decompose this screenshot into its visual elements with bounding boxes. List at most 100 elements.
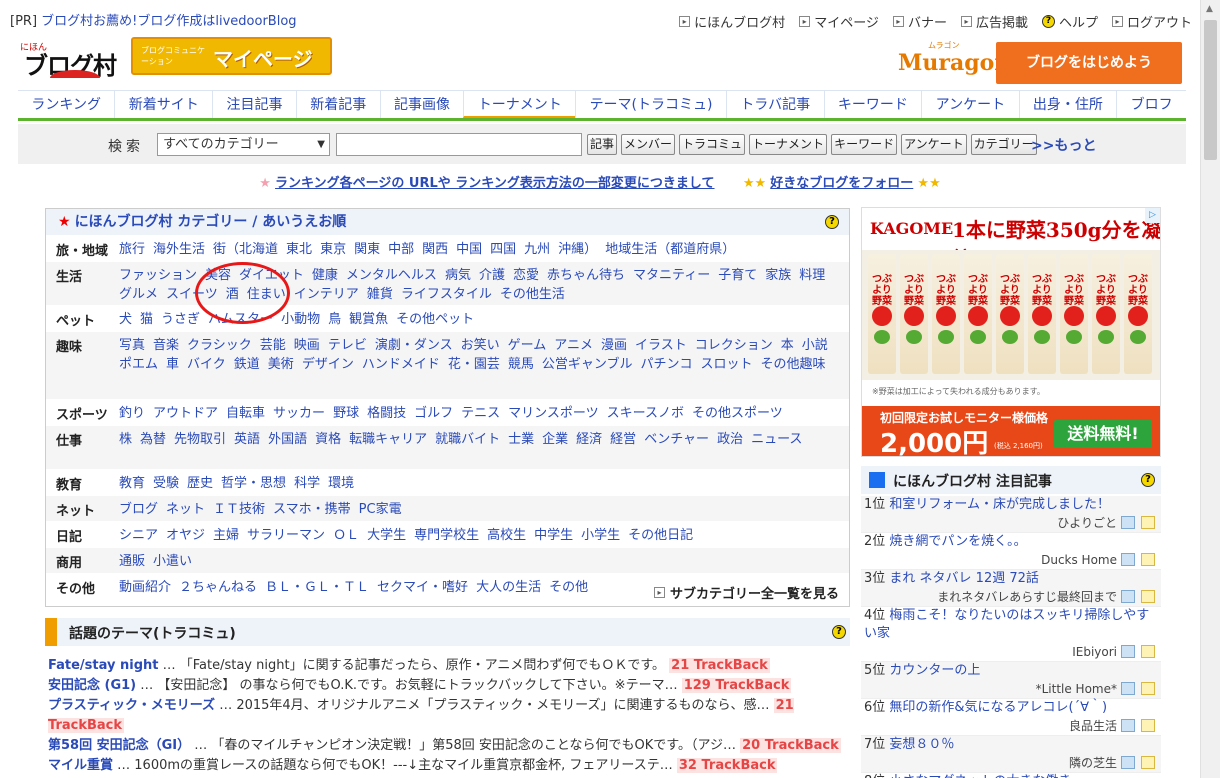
category-link[interactable]: 子育て	[718, 268, 757, 283]
muragon-logo[interactable]: ムラゴン Muragon	[896, 40, 1010, 80]
category-link[interactable]: 酒	[226, 287, 239, 302]
category-link[interactable]: 恋愛	[513, 268, 539, 283]
category-link[interactable]: 東北	[286, 242, 312, 257]
category-link[interactable]: 小学生	[581, 528, 620, 543]
category-link[interactable]: ゴルフ	[414, 406, 453, 421]
category-link[interactable]: 東京	[320, 242, 346, 257]
category-link[interactable]: その他	[549, 580, 588, 595]
category-link[interactable]: 漫画	[601, 338, 627, 353]
trackback-count-link[interactable]: 20 TrackBack	[740, 738, 841, 753]
category-link[interactable]: 健康	[312, 268, 338, 283]
category-link[interactable]: 芸能	[260, 338, 286, 353]
category-link[interactable]: 英語	[234, 432, 260, 447]
category-link[interactable]: 家族	[765, 268, 791, 283]
search-tournament-button[interactable]: トーナメント	[749, 134, 828, 155]
category-link[interactable]: スキースノボ	[607, 406, 684, 421]
article-icon[interactable]	[1141, 516, 1155, 529]
nav-keyword[interactable]: キーワード	[823, 91, 922, 118]
category-link[interactable]: 格闘技	[367, 406, 406, 421]
category-link[interactable]: 旅行	[119, 242, 145, 257]
featured-blog-name[interactable]: Ducks Home	[861, 551, 1161, 569]
category-link[interactable]: セクマイ・嗜好	[377, 580, 468, 595]
featured-blog-name[interactable]: ひよりごと	[861, 514, 1161, 532]
category-link[interactable]: 住まい	[247, 287, 286, 302]
category-link[interactable]: 車	[166, 357, 179, 372]
category-link[interactable]: 大人の生活	[476, 580, 541, 595]
category-link[interactable]: シニア	[119, 528, 158, 543]
article-icon[interactable]	[1141, 553, 1155, 566]
category-link[interactable]: 小遣い	[153, 554, 192, 569]
nav-survey[interactable]: アンケート	[921, 91, 1018, 118]
category-link[interactable]: マリンスポーツ	[508, 406, 598, 421]
featured-title-link[interactable]: カウンターの上	[889, 663, 980, 678]
blog-icon[interactable]	[1121, 645, 1135, 658]
category-link[interactable]: その他ペット	[396, 312, 474, 327]
category-link[interactable]: 動画紹介	[119, 580, 171, 595]
category-link[interactable]: 鉄道	[234, 357, 260, 372]
category-link[interactable]: マタニティー	[633, 268, 710, 283]
blog-icon[interactable]	[1121, 590, 1135, 603]
category-link[interactable]: スロット	[701, 357, 753, 372]
category-link[interactable]: パチンコ	[641, 357, 693, 372]
category-link[interactable]: グルメ	[119, 287, 158, 302]
nav-trackback[interactable]: トラバ記事	[725, 91, 824, 118]
category-link[interactable]: 美容	[205, 268, 231, 283]
category-link[interactable]: ゲーム	[508, 338, 547, 353]
category-link[interactable]: スイーツ	[166, 287, 218, 302]
category-link[interactable]: デザイン	[302, 357, 354, 372]
category-link[interactable]: 中国	[456, 242, 482, 257]
category-link[interactable]: 音楽	[153, 338, 179, 353]
category-link[interactable]: ネット	[166, 502, 205, 517]
notice-link[interactable]: ランキング各ページの URLや ランキング表示方法の一部変更につきまして	[275, 176, 714, 191]
category-link[interactable]: スマホ・携帯	[273, 502, 351, 517]
category-link[interactable]: 哲学・思想	[221, 476, 286, 491]
theme-title-link[interactable]: 安田記念 (G1)	[48, 678, 136, 693]
featured-title-link[interactable]: 和室リフォーム・床が完成しました！	[889, 497, 1110, 512]
blog-icon[interactable]	[1121, 553, 1135, 566]
category-link[interactable]: 猫	[140, 312, 153, 327]
category-link[interactable]: 中部	[388, 242, 414, 257]
category-link[interactable]: 為替	[140, 432, 166, 447]
category-link[interactable]: ライフスタイル	[401, 287, 492, 302]
featured-title-link[interactable]: まれ ネタバレ 12週 72話	[889, 571, 1038, 586]
subcategory-link[interactable]: ▸ サブカテゴリー全一覧を見る	[653, 583, 839, 602]
category-link[interactable]: 歴史	[187, 476, 213, 491]
theme-title-link[interactable]: プラスティック・メモリーズ	[48, 698, 215, 713]
category-link[interactable]: 街（北海道	[213, 242, 278, 257]
category-link[interactable]: ＯＬ	[333, 528, 359, 543]
trackback-count-link[interactable]: 32 TrackBack	[676, 758, 778, 773]
help-icon[interactable]: ?	[1141, 473, 1155, 487]
blog-icon[interactable]	[1121, 719, 1135, 732]
category-link[interactable]: 犬	[119, 312, 132, 327]
category-link[interactable]: バイク	[187, 357, 226, 372]
category-link[interactable]: ファッション	[119, 268, 197, 283]
category-link[interactable]: テレビ	[328, 338, 367, 353]
category-link[interactable]: サラリーマン	[247, 528, 325, 543]
pr-link[interactable]: ブログ村お薦め!ブログ作成はlivedoorBlog	[41, 14, 296, 29]
article-icon[interactable]	[1141, 719, 1155, 732]
category-link[interactable]: 四国	[490, 242, 516, 257]
featured-title-link[interactable]: 妄想８０％	[889, 737, 954, 752]
category-link[interactable]: 海外生活	[153, 242, 205, 257]
top-link-logout[interactable]: ▸ ログアウト	[1111, 12, 1192, 31]
featured-title-link[interactable]: 小さなマグネットの大きな働き	[889, 774, 1071, 778]
category-link[interactable]: 映画	[294, 338, 320, 353]
category-link[interactable]: ＢＬ・ＧＬ・ＴＬ	[265, 580, 369, 595]
category-link[interactable]: 士業	[508, 432, 534, 447]
category-link[interactable]: アウトドア	[153, 406, 218, 421]
nav-article-images[interactable]: 記事画像	[379, 91, 464, 118]
category-link[interactable]: ハムスター	[208, 312, 273, 327]
nav-tournament[interactable]: トーナメント	[463, 91, 576, 118]
category-link[interactable]: 沖縄）	[558, 242, 597, 257]
search-more-link[interactable]: >>もっと	[1031, 135, 1096, 155]
blog-icon[interactable]	[1121, 756, 1135, 769]
nav-new-articles[interactable]: 新着記事	[295, 91, 380, 118]
category-link[interactable]: 料理	[799, 268, 825, 283]
trackback-count-link[interactable]: 21 TrackBack	[669, 658, 770, 673]
theme-title-link[interactable]: Fate/stay night	[48, 658, 158, 673]
blogmura-logo[interactable]: にほん ブログ村	[20, 38, 118, 80]
category-link[interactable]: 関東	[354, 242, 380, 257]
search-input[interactable]	[336, 133, 582, 156]
category-link[interactable]: 介護	[479, 268, 505, 283]
category-link[interactable]: 花・園芸	[448, 357, 500, 372]
